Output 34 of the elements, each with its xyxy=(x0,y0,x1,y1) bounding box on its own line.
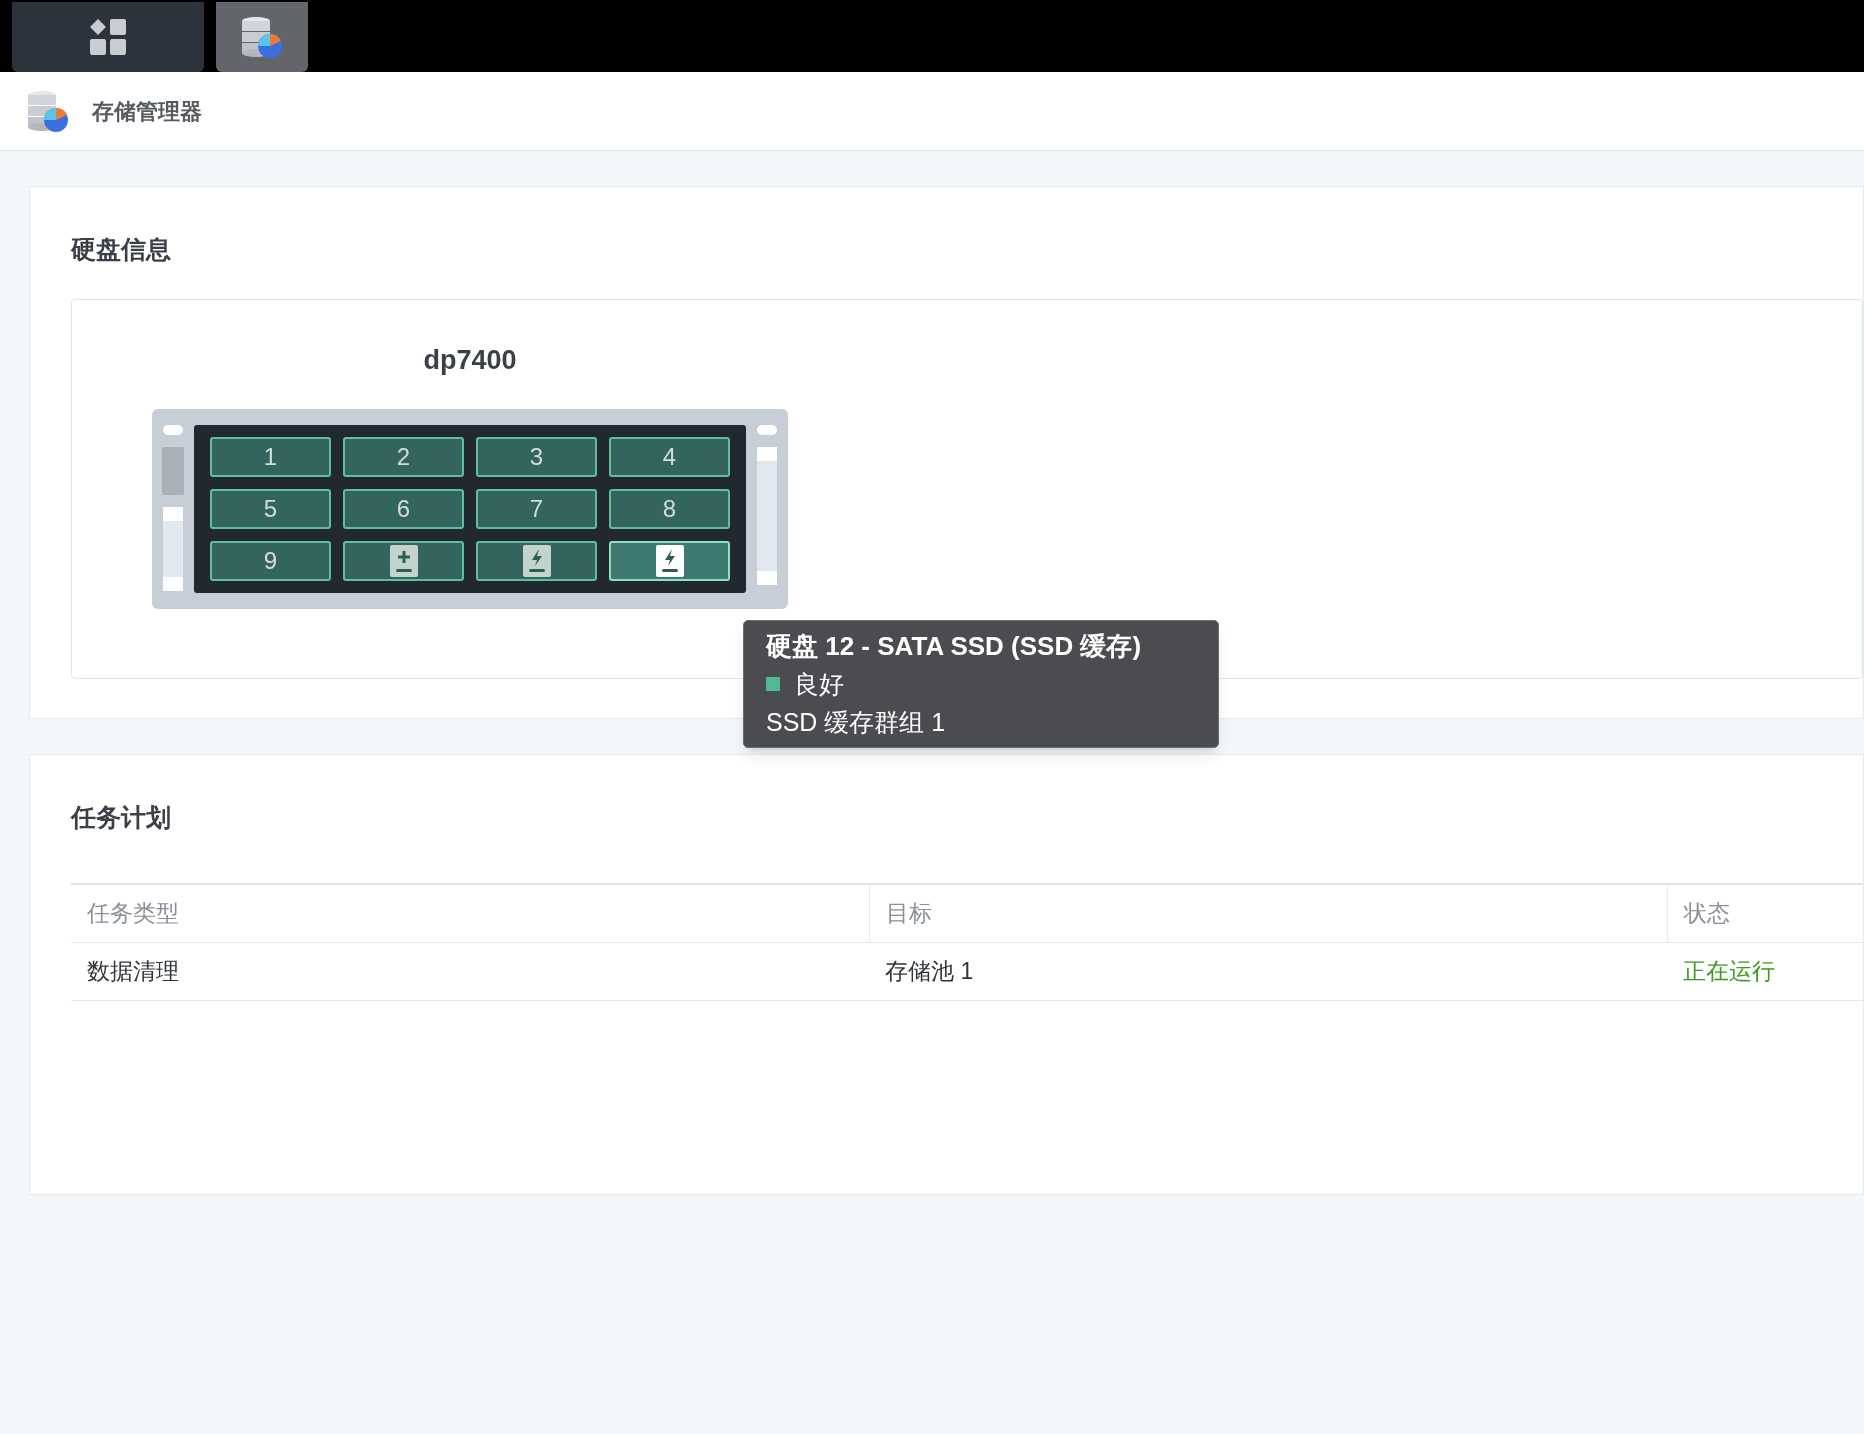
column-header: 目标 xyxy=(886,899,932,929)
disk-bolt-icon xyxy=(655,544,684,577)
app-title: 存储管理器 xyxy=(92,97,202,126)
disk-bolt-icon xyxy=(522,544,551,577)
tooltip-status: 良好 xyxy=(794,669,844,700)
drive-slot[interactable]: 8 xyxy=(609,488,730,529)
taskbar-button[interactable] xyxy=(216,2,308,72)
section-title: 任务计划 xyxy=(71,802,171,833)
apps-grid-icon xyxy=(88,17,128,57)
drive-slot[interactable]: 9 xyxy=(210,540,331,581)
column-header: 状态 xyxy=(1684,899,1730,929)
rail-hole xyxy=(757,424,777,435)
tooltip-group: SSD 缓存群组 1 xyxy=(766,705,1196,739)
drive-slot[interactable]: 5 xyxy=(210,488,331,529)
taskbar-button[interactable] xyxy=(12,2,204,72)
rail-hole xyxy=(163,424,183,435)
drive-slot[interactable] xyxy=(343,540,464,581)
drive-slot[interactable]: 4 xyxy=(609,436,730,477)
drive-slot[interactable] xyxy=(609,540,730,581)
drive-slot[interactable]: 3 xyxy=(476,436,597,477)
column-header: 任务类型 xyxy=(87,899,179,929)
device-name: dp7400 xyxy=(422,344,518,377)
drive-slot[interactable]: 7 xyxy=(476,488,597,529)
tooltip-title: 硬盘 12 - SATA SSD (SSD 缓存) xyxy=(766,630,1143,663)
drive-slot[interactable]: 1 xyxy=(210,436,331,477)
rail-block xyxy=(162,446,184,495)
drive-slot[interactable] xyxy=(476,540,597,581)
disk-plus-icon xyxy=(389,544,418,577)
table-cell-text: 存储池 1 xyxy=(885,957,974,987)
drive-slot[interactable]: 2 xyxy=(343,436,464,477)
drive-slot[interactable]: 6 xyxy=(343,488,464,529)
table-cell-text: 数据清理 xyxy=(87,957,179,987)
status-text: 正在运行 xyxy=(1683,957,1775,987)
section-title: 硬盘信息 xyxy=(71,234,171,265)
